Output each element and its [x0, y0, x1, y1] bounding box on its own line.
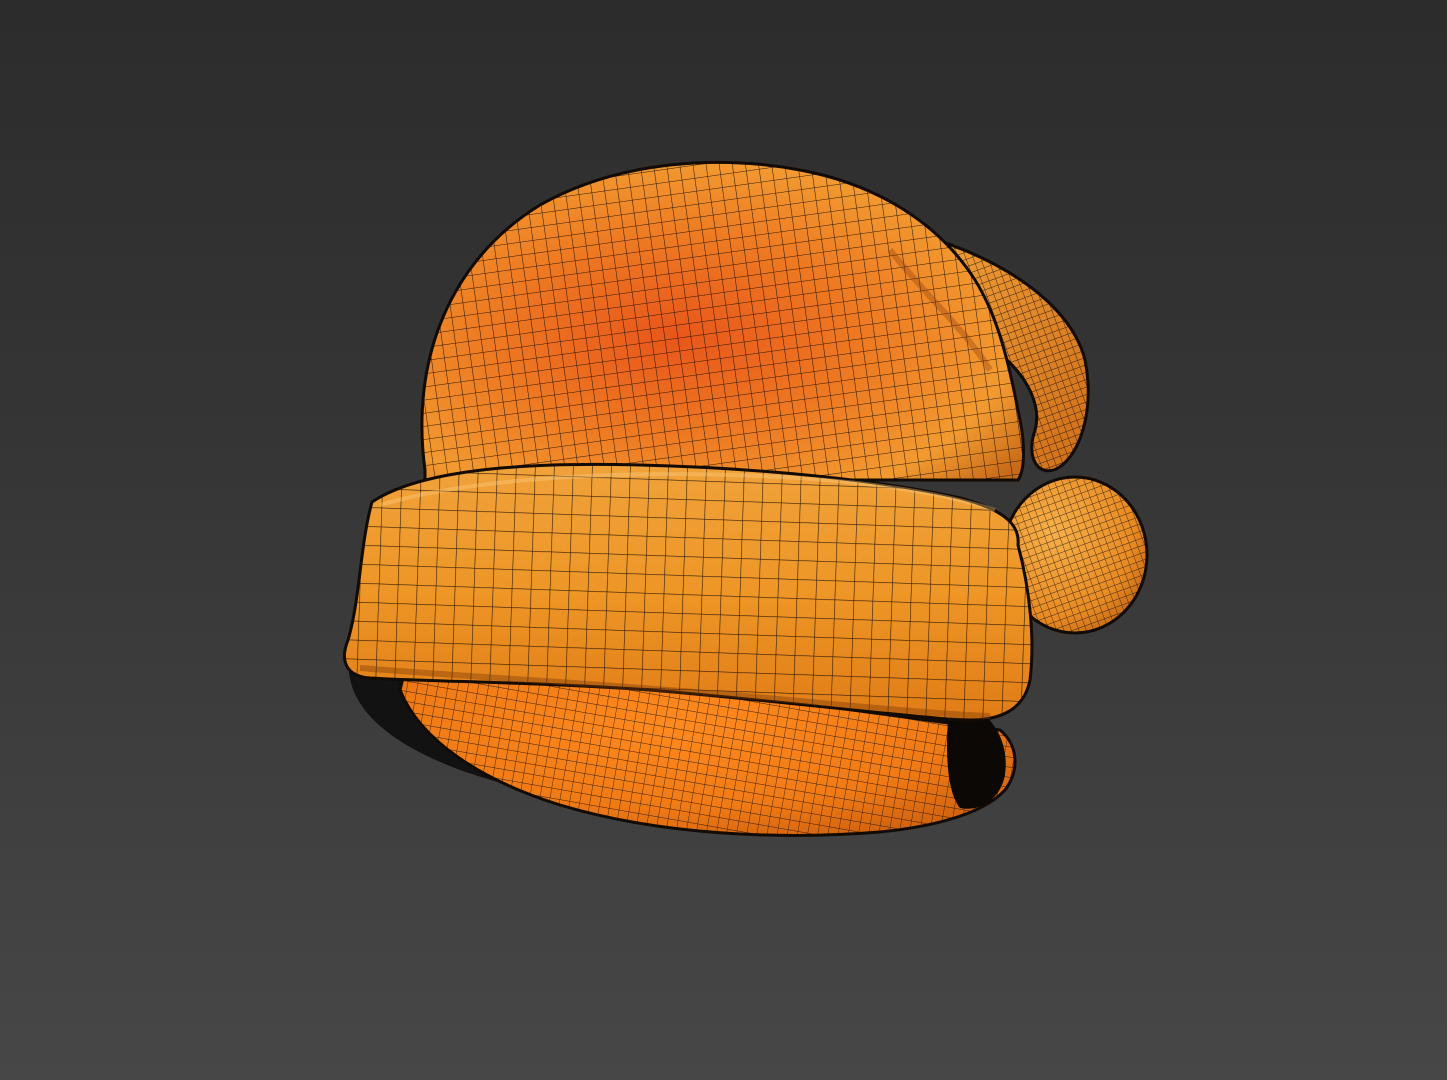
hat-brim [343, 462, 1034, 722]
hat-crown [420, 160, 1025, 482]
3d-viewport[interactable] [0, 0, 1447, 1080]
hat-render [343, 160, 1149, 837]
